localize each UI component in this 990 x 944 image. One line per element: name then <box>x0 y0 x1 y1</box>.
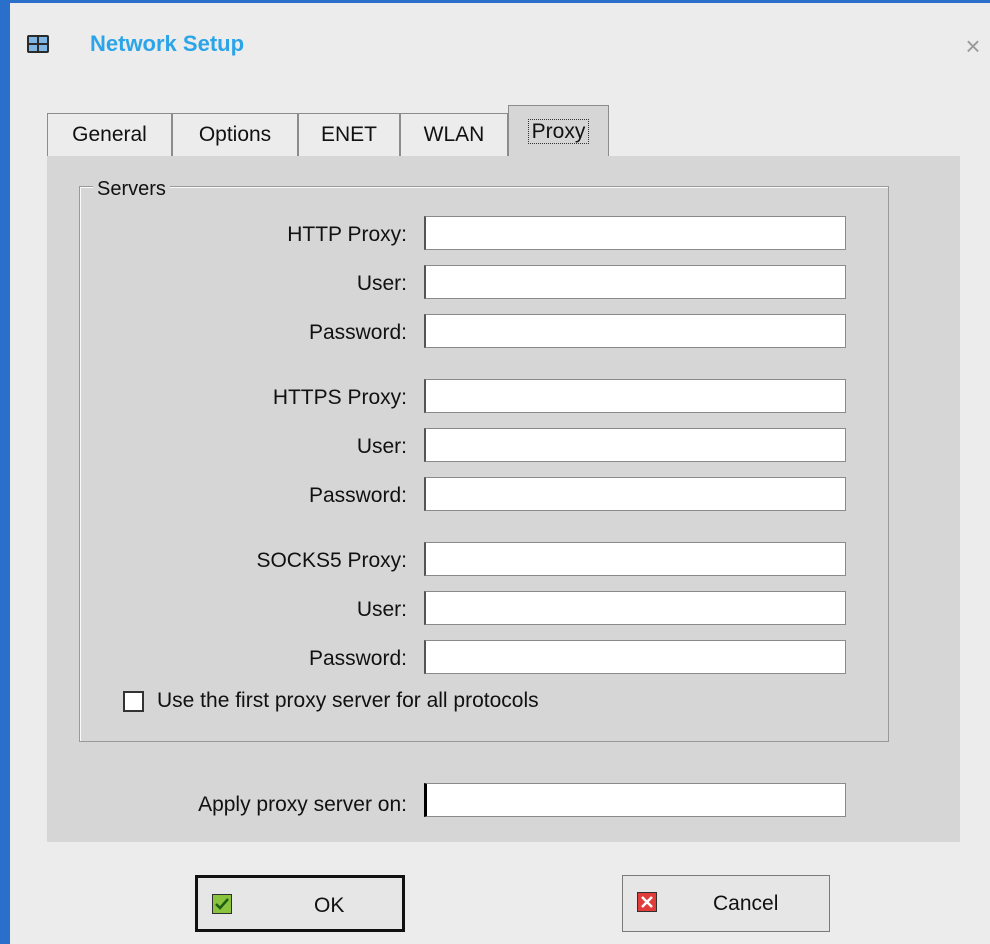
use-first-proxy-label: Use the first proxy server for all proto… <box>157 689 539 712</box>
cancel-button-label: Cancel <box>713 892 779 915</box>
tab-enet-label: ENET <box>320 123 377 146</box>
https-proxy-label: HTTPS Proxy: <box>272 386 407 409</box>
socks5-password-label: Password: <box>308 647 407 670</box>
tab-proxy-label: Proxy <box>527 119 590 144</box>
window-title: Network Setup <box>90 31 245 56</box>
apply-proxy-label: Apply proxy server on: <box>198 793 407 816</box>
checkmark-icon <box>212 894 232 914</box>
http-proxy-label: HTTP Proxy: <box>287 223 407 246</box>
tab-general-label: General <box>72 123 147 146</box>
socks5-user-label: User: <box>356 598 407 621</box>
use-first-proxy-checkbox[interactable] <box>123 691 144 712</box>
tab-general[interactable]: General <box>47 113 172 157</box>
ok-button-label: OK <box>314 894 345 917</box>
close-icon[interactable]: × <box>960 33 986 59</box>
socks5-proxy-label: SOCKS5 Proxy: <box>256 549 407 572</box>
tab-wlan-label: WLAN <box>423 123 485 146</box>
socks5-password-input[interactable] <box>424 640 846 674</box>
tab-wlan[interactable]: WLAN <box>400 113 508 157</box>
network-setup-window: Network Setup × General Options ENET WLA… <box>10 0 990 944</box>
https-password-label: Password: <box>308 484 407 507</box>
https-user-label: User: <box>356 435 407 458</box>
http-user-label: User: <box>356 272 407 295</box>
socks5-user-input[interactable] <box>424 591 846 625</box>
proxy-panel: Servers HTTP Proxy: User: Password: HTTP… <box>47 156 960 842</box>
https-password-input[interactable] <box>424 477 846 511</box>
https-user-input[interactable] <box>424 428 846 462</box>
http-user-input[interactable] <box>424 265 846 299</box>
socks5-proxy-input[interactable] <box>424 542 846 576</box>
http-password-label: Password: <box>308 321 407 344</box>
ok-button[interactable]: OK <box>195 875 405 932</box>
http-password-input[interactable] <box>424 314 846 348</box>
https-proxy-input[interactable] <box>424 379 846 413</box>
tab-options[interactable]: Options <box>172 113 298 157</box>
x-icon <box>637 892 657 912</box>
tab-options-label: Options <box>198 123 272 146</box>
servers-group-title: Servers <box>93 178 170 201</box>
title-bar: Network Setup × <box>10 3 990 88</box>
tab-proxy[interactable]: Proxy <box>508 105 609 157</box>
cancel-button[interactable]: Cancel <box>622 875 830 932</box>
apply-proxy-input[interactable] <box>424 783 846 817</box>
network-icon <box>27 35 49 53</box>
http-proxy-input[interactable] <box>424 216 846 250</box>
tab-enet[interactable]: ENET <box>298 113 400 157</box>
